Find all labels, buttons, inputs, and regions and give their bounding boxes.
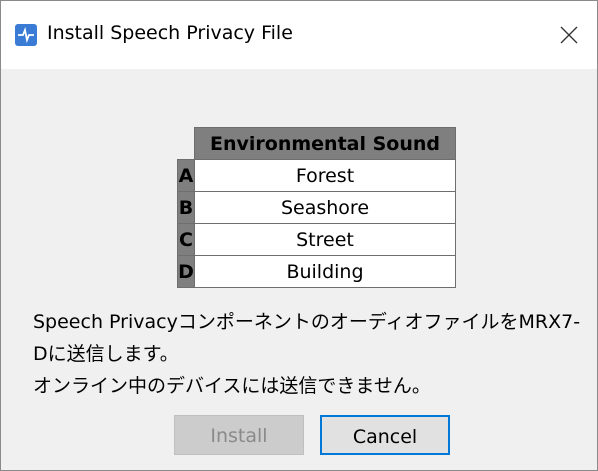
- info-message: Speech PrivacyコンポーネントのオーディオファイルをMRX7-Dに送…: [33, 306, 589, 402]
- cancel-button[interactable]: Cancel: [320, 415, 450, 455]
- install-button[interactable]: Install: [174, 415, 304, 455]
- dialog-window: Install Speech Privacy File Environmenta…: [0, 0, 598, 471]
- row-value: Seashore: [194, 191, 456, 224]
- environmental-sound-table: Environmental Sound A Forest B Seashore …: [177, 127, 456, 288]
- message-line1: Speech Privacyコンポーネントのオーディオファイルを: [33, 311, 519, 333]
- title-bar: Install Speech Privacy File: [1, 1, 597, 69]
- app-icon: [15, 24, 37, 46]
- row-key: B: [177, 191, 195, 224]
- row-key: D: [177, 255, 195, 288]
- window-title: Install Speech Privacy File: [47, 22, 293, 44]
- table-corner: [178, 128, 195, 160]
- row-value: Building: [194, 255, 456, 288]
- message-line2: オンライン中のデバイスには送信できません。: [33, 375, 431, 397]
- table-row: B Seashore: [177, 191, 456, 224]
- table-row: D Building: [177, 255, 456, 288]
- row-value: Forest: [194, 159, 456, 192]
- message-line1-end: に送信します。: [47, 343, 179, 365]
- row-key: A: [177, 159, 195, 192]
- table-row: C Street: [177, 223, 456, 256]
- row-value: Street: [194, 223, 456, 256]
- table-header: Environmental Sound: [194, 127, 456, 160]
- row-key: C: [177, 223, 195, 256]
- table-row: A Forest: [177, 159, 456, 192]
- close-button[interactable]: [549, 17, 589, 53]
- close-icon: [560, 26, 578, 44]
